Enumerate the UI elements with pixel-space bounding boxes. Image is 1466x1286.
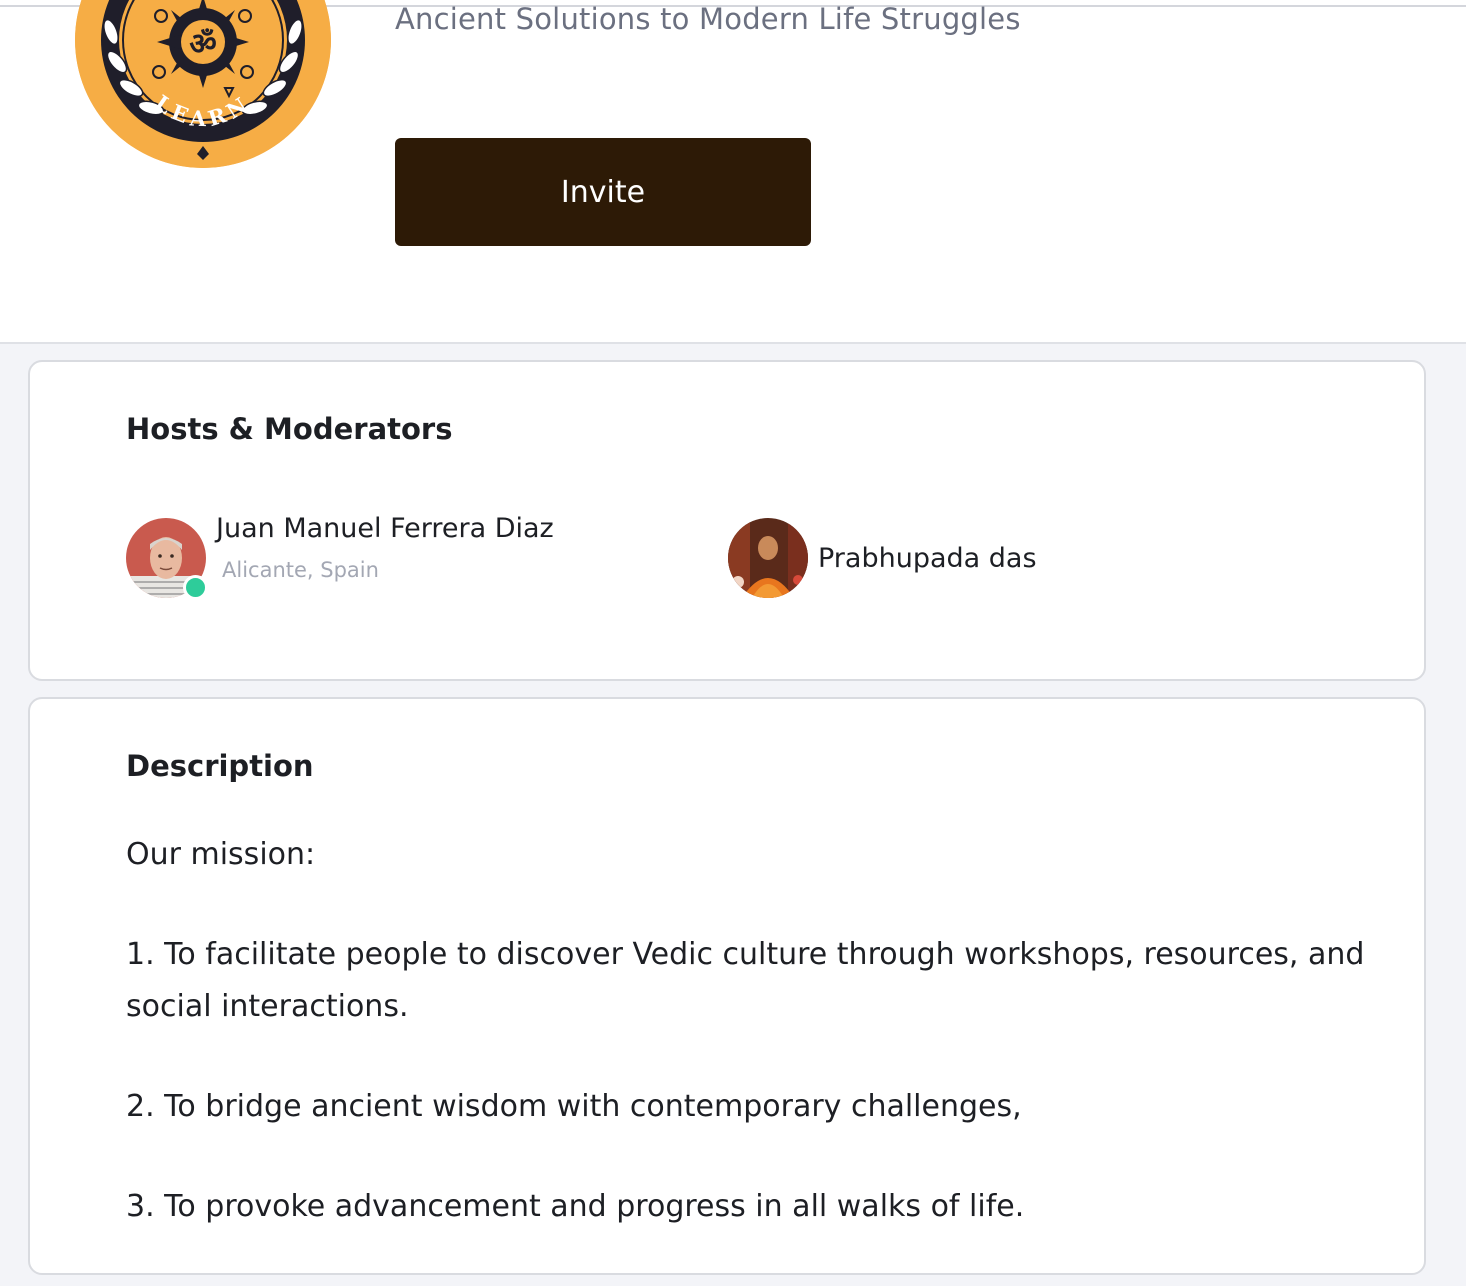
description-card: Description Our mission: 1. To facilitat…	[28, 697, 1426, 1275]
mission-item: 2. To bridge ancient wisdom with contemp…	[126, 1089, 1022, 1124]
hosts-card: Hosts & Moderators Juan Manuel Ferrera D…	[28, 360, 1426, 681]
host-info: Juan Manuel Ferrera Diaz Alicante, Spain	[216, 513, 554, 582]
hosts-title: Hosts & Moderators	[126, 412, 453, 446]
group-logo: ॐ LEARN	[75, 0, 331, 168]
invite-button[interactable]: Invite	[395, 138, 811, 246]
online-status-indicator	[183, 575, 208, 600]
host-name[interactable]: Juan Manuel Ferrera Diaz	[216, 513, 554, 544]
group-subtitle: Ancient Solutions to Modern Life Struggl…	[395, 2, 1021, 36]
avatar[interactable]	[728, 518, 808, 598]
om-symbol: ॐ	[189, 27, 216, 62]
mission-item: 1. To facilitate people to discover Vedi…	[126, 937, 1365, 1024]
host-name[interactable]: Prabhupada das	[818, 543, 1037, 574]
host-info: Prabhupada das	[818, 543, 1037, 574]
group-header: ॐ LEARN Ancient Solutions to Modern Life…	[0, 0, 1466, 344]
group-page: ॐ LEARN Ancient Solutions to Modern Life…	[0, 0, 1466, 1286]
description-title: Description	[126, 749, 314, 783]
host-item[interactable]: Prabhupada das	[728, 517, 1037, 599]
mission-item: 3. To provoke advancement and progress i…	[126, 1189, 1025, 1224]
avatar[interactable]	[126, 518, 208, 600]
description-body: Our mission: 1. To facilitate people to …	[126, 829, 1366, 1233]
host-item[interactable]: Juan Manuel Ferrera Diaz Alicante, Spain	[126, 513, 554, 600]
host-location: Alicante, Spain	[222, 557, 379, 582]
mission-intro: Our mission:	[126, 837, 316, 872]
